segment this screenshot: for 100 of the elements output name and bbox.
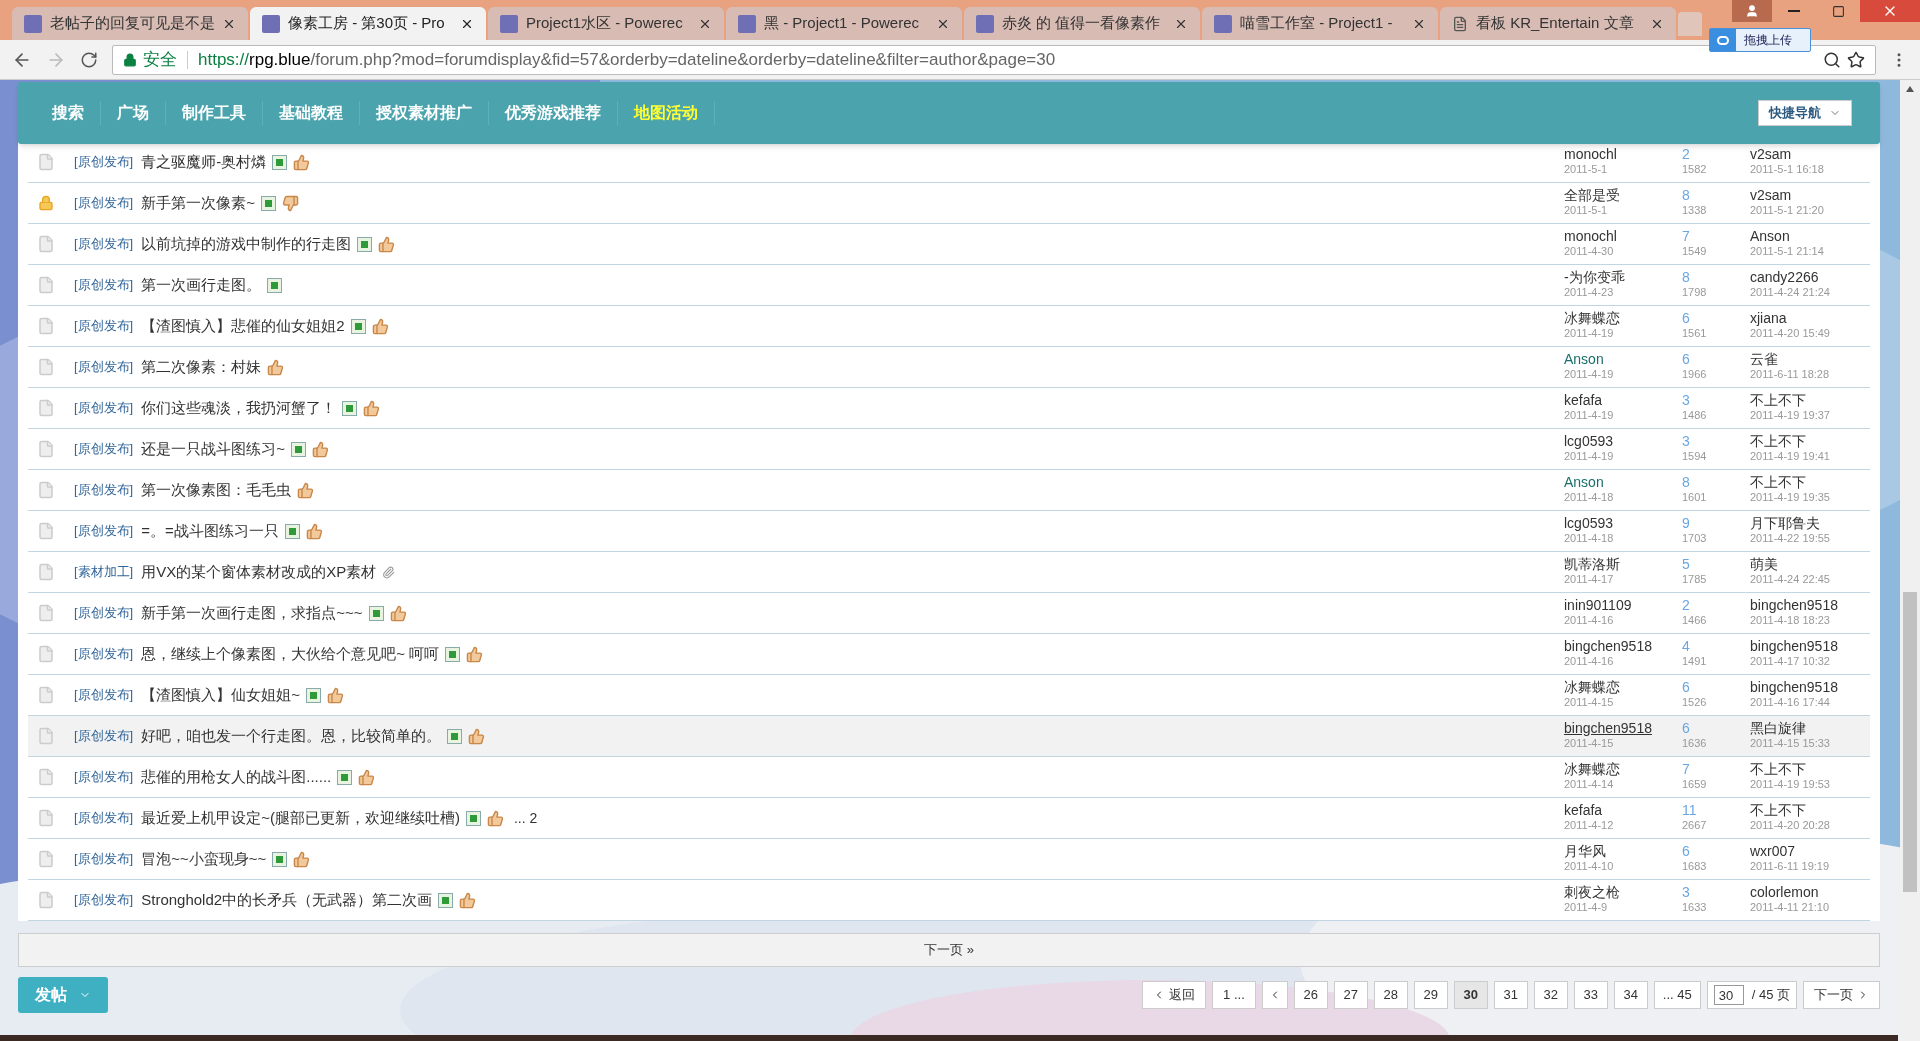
reload-icon[interactable] bbox=[80, 50, 98, 69]
thread-title[interactable]: 用VX的某个窗体素材改成的XP素材 bbox=[141, 560, 377, 584]
quick-nav-button[interactable]: 快捷导航 bbox=[1758, 100, 1852, 126]
last-poster[interactable]: xjiana bbox=[1750, 311, 1870, 326]
last-poster[interactable]: 不上不下 bbox=[1750, 393, 1870, 408]
page-link[interactable]: ... 2 bbox=[514, 807, 538, 829]
thread-title[interactable]: 青之驱魔师-奥村燐 bbox=[141, 150, 267, 174]
author-name[interactable]: bingchen9518 bbox=[1564, 639, 1682, 654]
thread-title[interactable]: 还是一只战斗图练习~ bbox=[141, 437, 285, 461]
upload-badge[interactable]: 拖拽上传 bbox=[1709, 28, 1811, 52]
page-button[interactable]: 27 bbox=[1333, 981, 1368, 1009]
thread-title[interactable]: 恩，继续上个像素图，大伙给个意见吧~ 呵呵 bbox=[141, 642, 440, 666]
last-poster[interactable]: 不上不下 bbox=[1750, 475, 1870, 490]
last-poster[interactable]: 不上不下 bbox=[1750, 762, 1870, 777]
thread-title[interactable]: 第二次像素：村妹 bbox=[141, 355, 262, 379]
profile-button[interactable] bbox=[1732, 0, 1772, 22]
browser-tab[interactable]: 黑 - Project1 - Powerec bbox=[726, 7, 962, 40]
page-button[interactable]: 30 bbox=[1453, 981, 1488, 1009]
thread-tag[interactable]: [原创发布] bbox=[74, 521, 134, 541]
last-poster[interactable]: candy2266 bbox=[1750, 270, 1870, 285]
browser-tab[interactable]: 像素工房 - 第30页 - Pro bbox=[250, 7, 486, 40]
thread-tag[interactable]: [原创发布] bbox=[74, 685, 134, 705]
thread-title[interactable]: 第一次画行走图。 bbox=[141, 273, 262, 297]
author-name[interactable]: 月华风 bbox=[1564, 844, 1682, 859]
page-button[interactable]: 26 bbox=[1293, 981, 1328, 1009]
thread-tag[interactable]: [原创发布] bbox=[74, 152, 134, 172]
page-button[interactable]: 28 bbox=[1373, 981, 1408, 1009]
thread-title[interactable]: 你们这些魂淡，我扔河蟹了！ bbox=[141, 396, 337, 420]
author-name[interactable]: Anson bbox=[1564, 352, 1682, 367]
last-poster[interactable]: v2sam bbox=[1750, 188, 1870, 203]
author-name[interactable]: monochl bbox=[1564, 229, 1682, 244]
page-button[interactable]: 31 bbox=[1493, 981, 1528, 1009]
browser-tab[interactable]: 老帖子的回复可见是不是 bbox=[12, 7, 248, 40]
page-button[interactable]: 33 bbox=[1573, 981, 1608, 1009]
last-poster[interactable]: bingchen9518 bbox=[1750, 680, 1870, 695]
thread-tag[interactable]: [原创发布] bbox=[74, 767, 134, 787]
thread-tag[interactable]: [原创发布] bbox=[74, 644, 134, 664]
page-button[interactable]: 29 bbox=[1413, 981, 1448, 1009]
page-input[interactable]: 30 bbox=[1713, 985, 1744, 1005]
author-name[interactable]: monochl bbox=[1564, 147, 1682, 162]
thread-title[interactable]: =。=战斗图练习一只 bbox=[141, 519, 279, 543]
thread-tag[interactable]: [原创发布] bbox=[74, 193, 134, 213]
last-poster[interactable]: 不上不下 bbox=[1750, 434, 1870, 449]
author-name[interactable]: Anson bbox=[1564, 475, 1682, 490]
thread-tag[interactable]: [原创发布] bbox=[74, 808, 134, 828]
last-poster[interactable]: colorlemon bbox=[1750, 885, 1870, 900]
author-name[interactable]: 冰舞蝶恋 bbox=[1564, 680, 1682, 695]
author-name[interactable]: inin901109 bbox=[1564, 598, 1682, 613]
thread-tag[interactable]: [原创发布] bbox=[74, 890, 134, 910]
last-poster[interactable]: 云雀 bbox=[1750, 352, 1870, 367]
thread-tag[interactable]: [原创发布] bbox=[74, 234, 134, 254]
thread-row[interactable]: [原创发布] 好吧，咱也发一个行走图。恩，比较简单的。 bingchen9518 2011-4-15 6 1636 黑白旋律 2011-4-15 15:33 bbox=[28, 716, 1870, 757]
next-page-bar[interactable]: 下一页 » bbox=[18, 933, 1880, 967]
thread-tag[interactable]: [原创发布] bbox=[74, 439, 134, 459]
last-poster[interactable]: 月下耶鲁夫 bbox=[1750, 516, 1870, 531]
page-button[interactable]: 32 bbox=[1533, 981, 1568, 1009]
thread-title[interactable]: Stronghold2中的长矛兵（无武器）第二次画 bbox=[141, 888, 433, 912]
last-poster[interactable]: bingchen9518 bbox=[1750, 598, 1870, 613]
thread-title[interactable]: 新手第一次像素~ bbox=[141, 191, 255, 215]
browser-tab[interactable]: Project1水区 - Powerec bbox=[488, 7, 724, 40]
last-poster[interactable]: 黑白旋律 bbox=[1750, 721, 1870, 736]
thread-title[interactable]: 第一次像素图：毛毛虫 bbox=[141, 478, 292, 502]
author-name[interactable]: 冰舞蝶恋 bbox=[1564, 311, 1682, 326]
thread-tag[interactable]: [原创发布] bbox=[74, 398, 134, 418]
author-name[interactable]: kefafa bbox=[1564, 803, 1682, 818]
zoom-icon[interactable] bbox=[1823, 50, 1841, 69]
up-arrow-icon[interactable] bbox=[1906, 86, 1914, 92]
browser-tab[interactable]: 赤炎 的 值得一看像素作 bbox=[964, 7, 1200, 40]
thread-tag[interactable]: [素材加工] bbox=[74, 562, 134, 582]
last-poster[interactable]: wxr007 bbox=[1750, 844, 1870, 859]
author-name[interactable]: 全部是受 bbox=[1564, 188, 1682, 203]
thread-tag[interactable]: [原创发布] bbox=[74, 357, 134, 377]
page-button[interactable]: 1 ... bbox=[1212, 981, 1256, 1009]
thread-title[interactable]: 【渣图慎入】悲催的仙女姐姐2 bbox=[141, 314, 345, 338]
last-poster[interactable]: 萌美 bbox=[1750, 557, 1870, 572]
author-name[interactable]: 凯蒂洛斯 bbox=[1564, 557, 1682, 572]
bookmark-star-icon[interactable] bbox=[1847, 50, 1865, 69]
page-button[interactable]: ... 45 bbox=[1653, 981, 1701, 1009]
thread-tag[interactable]: [原创发布] bbox=[74, 849, 134, 869]
thread-title[interactable]: 以前坑掉的游戏中制作的行走图 bbox=[141, 232, 352, 256]
author-name[interactable]: lcg0593 bbox=[1564, 434, 1682, 449]
author-name[interactable]: 冰舞蝶恋 bbox=[1564, 762, 1682, 777]
author-name[interactable]: bingchen9518 bbox=[1564, 721, 1682, 736]
thread-tag[interactable]: [原创发布] bbox=[74, 480, 134, 500]
browser-tab[interactable]: 喵雪工作室 - Project1 - bbox=[1202, 7, 1438, 40]
thread-title[interactable]: 好吧，咱也发一个行走图。恩，比较简单的。 bbox=[141, 724, 442, 748]
thread-tag[interactable]: [原创发布] bbox=[74, 603, 134, 623]
back-button[interactable]: 返回 bbox=[1142, 981, 1207, 1009]
last-poster[interactable]: 不上不下 bbox=[1750, 803, 1870, 818]
next-button[interactable]: 下一页 bbox=[1803, 981, 1880, 1009]
last-poster[interactable]: Anson bbox=[1750, 229, 1870, 244]
thread-title[interactable]: 【渣图慎入】仙女姐姐~ bbox=[141, 683, 300, 707]
author-name[interactable]: lcg0593 bbox=[1564, 516, 1682, 531]
thread-tag[interactable]: [原创发布] bbox=[74, 275, 134, 295]
author-name[interactable]: kefafa bbox=[1564, 393, 1682, 408]
thread-title[interactable]: 冒泡~~小蛮现身~~ bbox=[141, 847, 267, 871]
last-poster[interactable]: v2sam bbox=[1750, 147, 1870, 162]
thread-title[interactable]: 最近爱上机甲设定~(腿部已更新，欢迎继续吐槽) bbox=[141, 806, 460, 830]
page-button[interactable]: 34 bbox=[1613, 981, 1648, 1009]
thread-title[interactable]: 悲催的用枪女人的战斗图...... bbox=[141, 765, 332, 789]
